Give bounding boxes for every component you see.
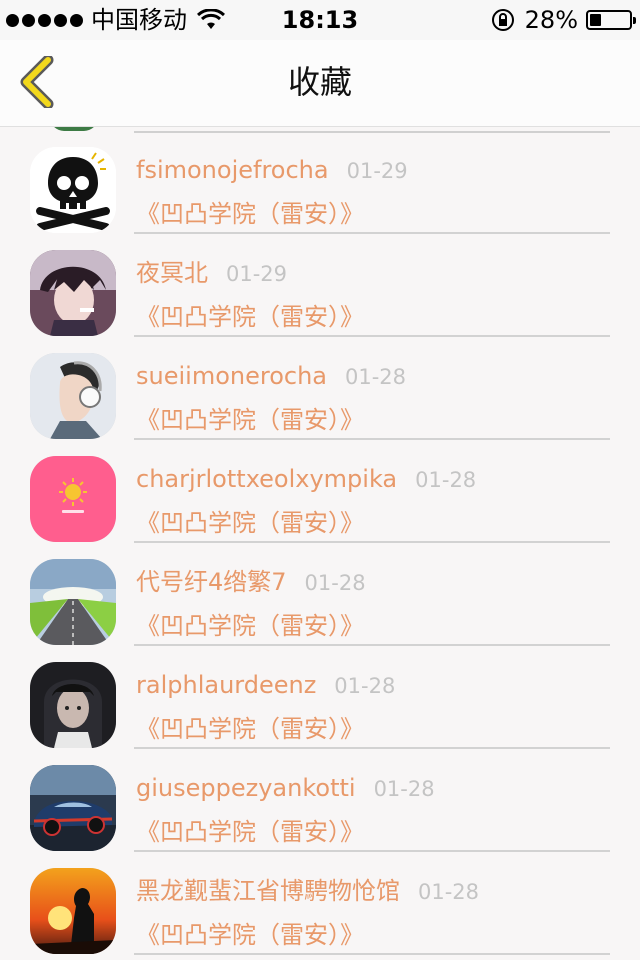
user-name: 夜冥北 01-29 [136,259,288,287]
hooded-person-avatar[interactable] [30,662,116,748]
user-name: charjrlottxeolxympika 01-28 [136,465,477,493]
list-item[interactable]: fsimonojefrocha 01-29 《凹凸学院（雷安）》 [0,129,640,234]
user-name: ralphlaurdeenz 01-28 [136,671,396,699]
favorite-date: 01-29 [226,262,288,286]
list-item[interactable]: 夜冥北 01-29 《凹凸学院（雷安）》 [0,232,640,337]
skull-avatar[interactable] [30,147,116,233]
sports-car-avatar[interactable] [30,765,116,851]
favorite-date: 01-29 [346,159,408,183]
sunset-silhouette-avatar[interactable] [30,868,116,954]
divider [134,953,610,955]
favorite-date: 01-28 [304,571,366,595]
user-name: fsimonojefrocha 01-29 [136,156,408,184]
list-item[interactable]: charjrlottxeolxympika 01-28 《凹凸学院（雷安）》 [0,438,640,543]
item-title: 《凹凸学院（雷安）》 [136,818,364,846]
navigation-bar: 收藏 [0,40,640,127]
favorite-date: 01-28 [373,777,435,801]
status-bar: 中国移动 18:13 28% [0,0,640,40]
user-name: 代号纡4绺繁7 01-28 [136,568,366,596]
favorite-date: 01-28 [418,880,480,904]
favorites-list[interactable]: fsimonojefrocha 01-29 《凹凸学院（雷安）》 夜冥北 01-29… [0,127,640,960]
favorite-date: 01-28 [334,674,396,698]
item-title: 《凹凸学院（雷安）》 [136,509,364,537]
item-title: 《凹凸学院（雷安）》 [136,715,364,743]
road-avatar[interactable] [30,559,116,645]
list-item[interactable]: 代号纡4绺繁7 01-28 《凹凸学院（雷安）》 [0,541,640,646]
favorite-date: 01-28 [345,365,407,389]
user-name: giuseppezyankotti 01-28 [136,774,435,802]
status-right: 28% [491,5,636,35]
list-item[interactable]: giuseppezyankotti 01-28 《凹凸学院（雷安）》 [0,747,640,852]
item-title: 《凹凸学院（雷安）》 [136,612,364,640]
headphones-boy-avatar[interactable] [30,353,116,439]
item-title: 《凹凸学院（雷安）》 [136,200,364,228]
battery-fill [590,14,601,26]
list-item[interactable]: ralphlaurdeenz 01-28 《凹凸学院（雷安）》 [0,644,640,749]
item-title: 《凹凸学院（雷安）》 [136,406,364,434]
item-title: 《凹凸学院（雷安）》 [136,921,364,949]
list-item[interactable]: sueiimonerocha 01-28 《凹凸学院（雷安）》 [0,335,640,440]
rotation-lock-icon [491,9,514,31]
battery-percent: 28% [524,6,578,34]
user-name: sueiimonerocha 01-28 [136,362,407,390]
favorite-date: 01-28 [415,468,477,492]
page-title: 收藏 [287,63,352,101]
anime-boy-avatar[interactable] [30,250,116,336]
battery-icon [586,10,636,30]
user-name: 黑龙觐蜚江省博騁物怆馆 01-28 [136,877,480,905]
item-title: 《凹凸学院（雷安）》 [136,303,364,331]
list-item[interactable]: 黑龙觐蜚江省博騁物怆馆 01-28 《凹凸学院（雷安）》 [0,850,640,955]
sun-avatar[interactable] [30,456,116,542]
